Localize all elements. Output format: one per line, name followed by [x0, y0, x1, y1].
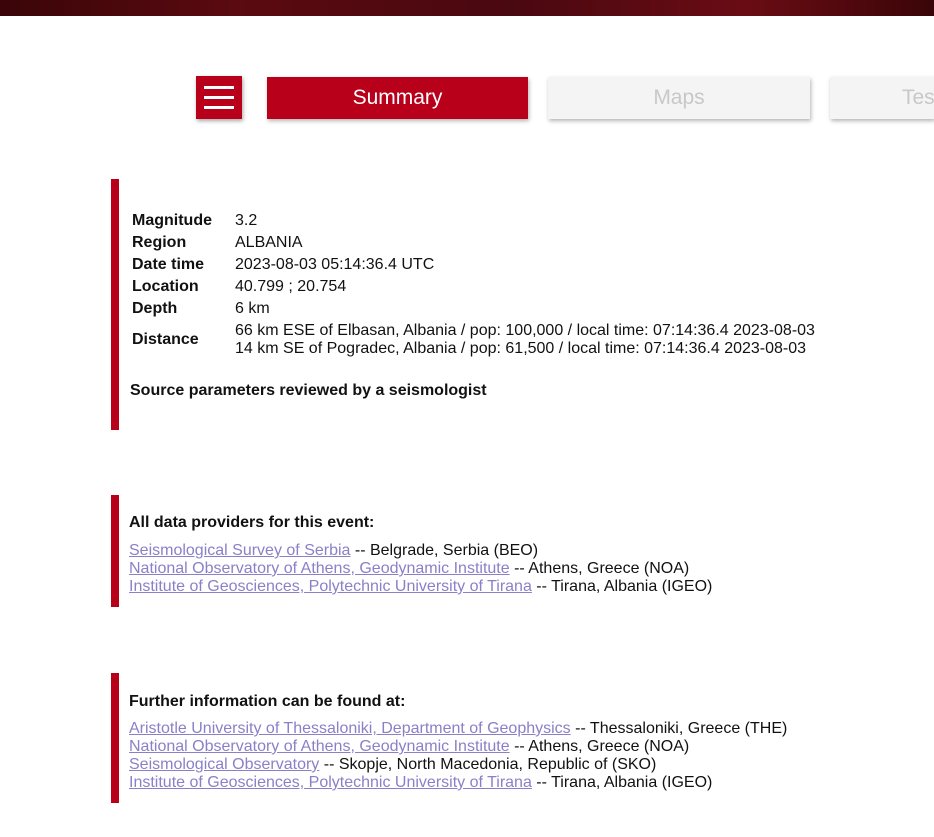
- hamburger-menu-button[interactable]: [196, 76, 242, 119]
- event-summary-panel: Magnitude 3.2 Region ALBANIA Date time 2…: [111, 179, 871, 430]
- provider-link[interactable]: National Observatory of Athens, Geodynam…: [129, 560, 510, 577]
- event-parameters-table: Magnitude 3.2 Region ALBANIA Date time 2…: [132, 210, 815, 358]
- datetime-value: 2023-08-03 05:14:36.4 UTC: [235, 256, 435, 273]
- datetime-label: Date time: [132, 256, 205, 273]
- provider-link[interactable]: Institute of Geosciences, Polytechnic Un…: [129, 578, 532, 595]
- distance-value: 66 km ESE of Elbasan, Albania / pop: 100…: [235, 320, 815, 358]
- provider-detail: -- Belgrade, Serbia (BEO): [350, 542, 539, 559]
- hamburger-menu-icon: [204, 96, 234, 99]
- table-row: Distance 66 km ESE of Elbasan, Albania /…: [132, 320, 815, 358]
- institution-link[interactable]: National Observatory of Athens, Geodynam…: [129, 738, 510, 755]
- institution-link[interactable]: Aristotle University of Thessaloniki, De…: [129, 720, 571, 737]
- review-status: Source parameters reviewed by a seismolo…: [130, 382, 487, 399]
- location-value: 40.799 ; 20.754: [235, 278, 347, 295]
- institution-detail: -- Thessaloniki, Greece (THE): [570, 720, 788, 737]
- list-item: National Observatory of Athens, Geodynam…: [129, 560, 712, 578]
- distance-label: Distance: [132, 331, 199, 348]
- providers-title: All data providers for this event:: [129, 514, 375, 531]
- table-row: Depth 6 km: [132, 298, 815, 320]
- institution-link[interactable]: Institute of Geosciences, Polytechnic Un…: [129, 774, 532, 791]
- provider-link[interactable]: Seismological Survey of Serbia: [129, 542, 350, 559]
- provider-detail: -- Tirana, Albania (IGEO): [531, 578, 713, 595]
- hamburger-menu-icon: [204, 86, 234, 89]
- providers-list: Seismological Survey of Serbia -- Belgra…: [129, 542, 712, 596]
- further-info-title: Further information can be found at:: [129, 693, 406, 710]
- distance-line: 14 km SE of Pogradec, Albania / pop: 61,…: [235, 340, 807, 357]
- list-item: Aristotle University of Thessaloniki, De…: [129, 720, 787, 738]
- depth-label: Depth: [132, 300, 178, 317]
- institution-link[interactable]: Seismological Observatory: [129, 756, 319, 773]
- list-item: Seismological Survey of Serbia -- Belgra…: [129, 542, 712, 560]
- table-row: Location 40.799 ; 20.754: [132, 276, 815, 298]
- further-info-panel: Further information can be found at: Ari…: [111, 673, 871, 803]
- magnitude-value: 3.2: [235, 212, 258, 229]
- further-info-list: Aristotle University of Thessaloniki, De…: [129, 720, 787, 792]
- location-label: Location: [132, 278, 199, 295]
- data-providers-panel: All data providers for this event: Seism…: [111, 495, 871, 607]
- table-row: Date time 2023-08-03 05:14:36.4 UTC: [132, 254, 815, 276]
- magnitude-label: Magnitude: [132, 212, 212, 229]
- institution-detail: -- Tirana, Albania (IGEO): [531, 774, 713, 791]
- list-item: National Observatory of Athens, Geodynam…: [129, 738, 787, 756]
- tab-summary[interactable]: Summary: [267, 77, 528, 119]
- distance-line: 66 km ESE of Elbasan, Albania / pop: 100…: [235, 322, 815, 339]
- provider-detail: -- Athens, Greece (NOA): [509, 560, 690, 577]
- tab-testimonies[interactable]: Tes: [830, 77, 934, 119]
- list-item: Seismological Observatory -- Skopje, Nor…: [129, 756, 787, 774]
- list-item: Institute of Geosciences, Polytechnic Un…: [129, 774, 787, 792]
- institution-detail: -- Skopje, North Macedonia, Republic of …: [319, 756, 657, 773]
- institution-detail: -- Athens, Greece (NOA): [509, 738, 690, 755]
- table-row: Region ALBANIA: [132, 232, 815, 254]
- hamburger-menu-icon: [204, 106, 234, 109]
- list-item: Institute of Geosciences, Polytechnic Un…: [129, 578, 712, 596]
- region-label: Region: [132, 234, 187, 251]
- tab-maps[interactable]: Maps: [548, 77, 810, 119]
- region-value: ALBANIA: [235, 234, 303, 251]
- table-row: Magnitude 3.2: [132, 210, 815, 232]
- depth-value: 6 km: [235, 300, 270, 317]
- top-banner: [0, 0, 934, 16]
